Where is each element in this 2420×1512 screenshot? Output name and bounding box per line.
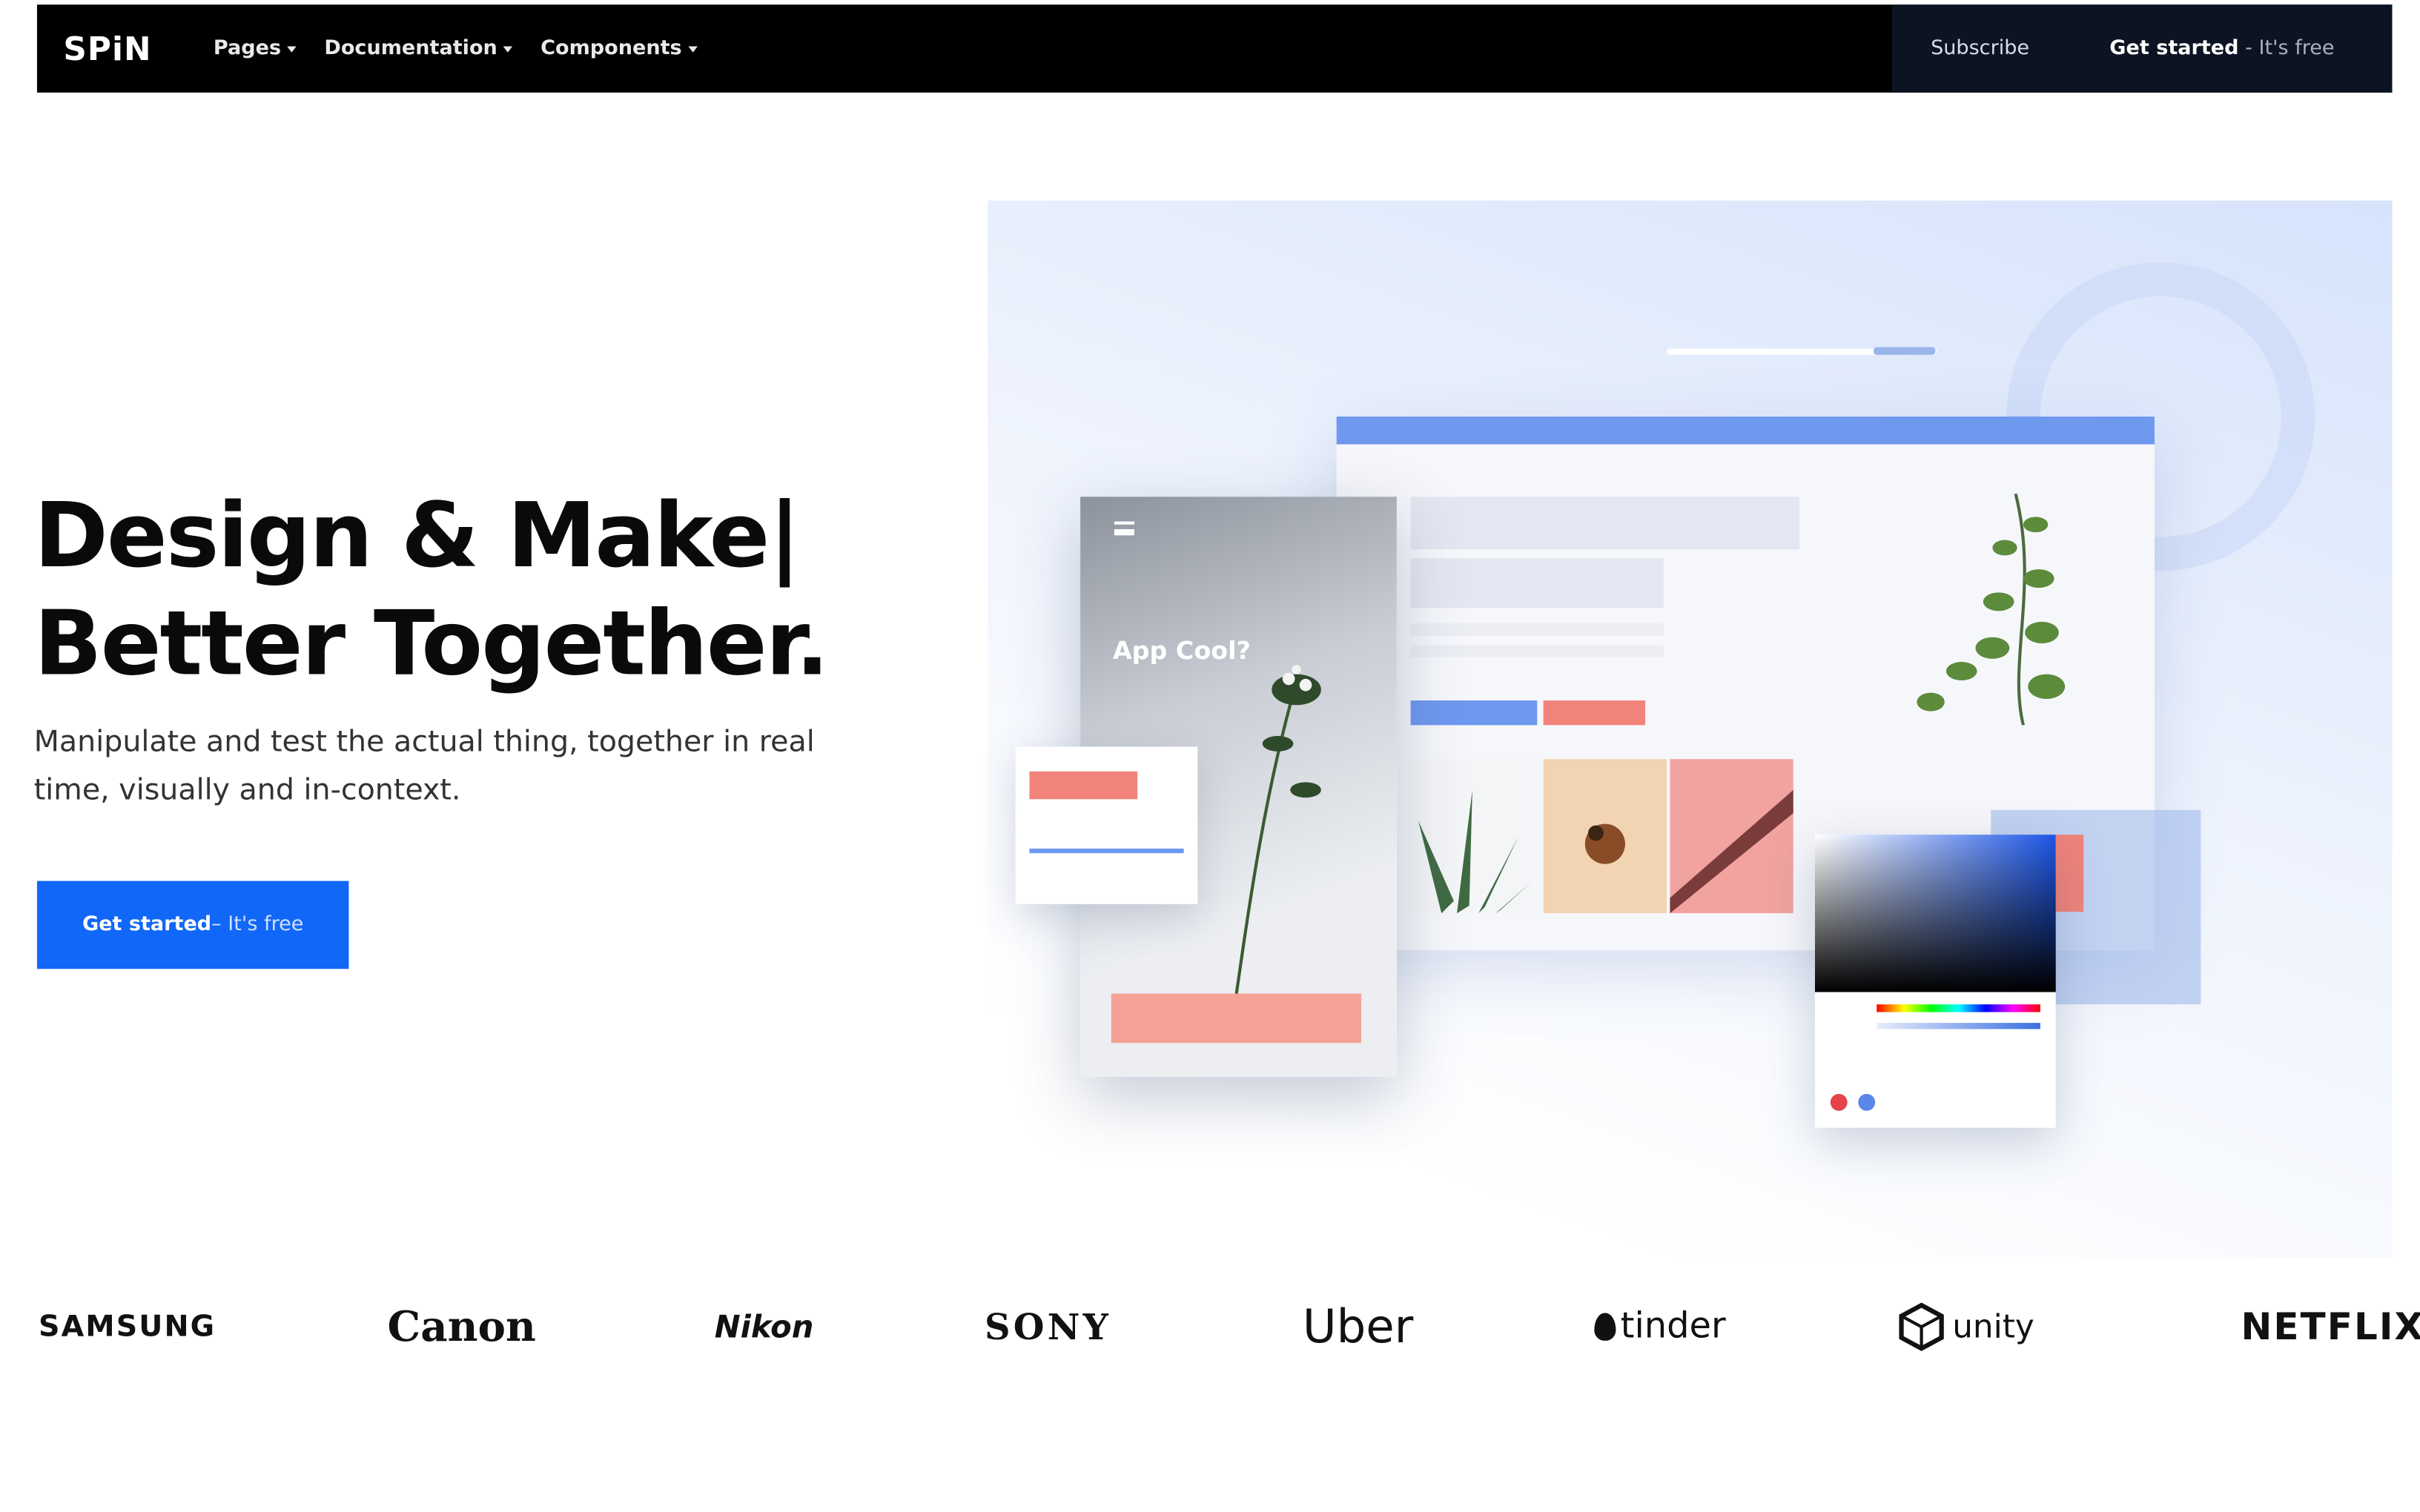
top-navbar: SPiN Pages Documentation Components Subs… xyxy=(36,4,2393,93)
small-card-pill xyxy=(1029,771,1138,800)
nav-links: Pages Documentation Components xyxy=(214,37,698,60)
decorative-salmon-block xyxy=(2052,835,2084,912)
blue-swatch xyxy=(1858,1093,1876,1111)
color-picker-gradient xyxy=(1814,835,2056,992)
succulent-pot-image xyxy=(1543,759,1667,914)
brand-logo[interactable]: SPiN xyxy=(63,30,151,67)
hero-title-line-2: Better Together. xyxy=(33,591,830,696)
nav-right-group: Subscribe Get started - It's free xyxy=(1892,4,2393,93)
eucalyptus-plant-image xyxy=(1917,494,2066,726)
nav-components-dropdown[interactable]: Components xyxy=(540,36,698,61)
agave-plant-image xyxy=(1410,759,1535,914)
nav-documentation-dropdown[interactable]: Documentation xyxy=(324,36,513,61)
netflix-logo: NETFLIX xyxy=(2241,1305,2420,1349)
illustration-small-card xyxy=(1015,746,1198,904)
unity-logo: unity xyxy=(1898,1288,2034,1365)
tinder-logo: tinder xyxy=(1594,1288,1726,1365)
flower-stem-image xyxy=(1233,665,1321,1007)
chevron-down-icon xyxy=(503,45,513,52)
nav-get-started-label: Get started xyxy=(2109,36,2239,61)
nav-components-label: Components xyxy=(540,36,682,61)
mockup-red-button xyxy=(1543,700,1645,726)
client-logos-strip: SAMSUNG Canon Nikon SONY Uber tinder uni… xyxy=(0,1288,2420,1365)
illustration-color-picker xyxy=(1814,835,2056,1128)
chevron-down-icon xyxy=(688,45,698,52)
color-picker-hue-slider xyxy=(1877,1004,2040,1012)
nav-pages-label: Pages xyxy=(213,36,282,61)
red-swatch xyxy=(1830,1093,1848,1111)
placeholder-block xyxy=(1410,558,1664,609)
unity-logo-text: unity xyxy=(1952,1308,2034,1346)
unity-cube-icon xyxy=(1899,1302,1944,1351)
samsung-logo: SAMSUNG xyxy=(39,1310,216,1344)
hero-cta-label: Get started xyxy=(82,913,212,937)
pink-plant-image xyxy=(1670,759,1793,914)
mockup-blue-button xyxy=(1410,700,1538,726)
nav-get-started-button[interactable]: Get started - It's free xyxy=(2109,37,2334,60)
subscribe-link[interactable]: Subscribe xyxy=(1931,37,2029,60)
flame-icon xyxy=(1594,1313,1616,1341)
placeholder-block xyxy=(1410,497,1800,550)
small-card-progress-bar xyxy=(1029,848,1184,854)
nav-get-started-suffix: - It's free xyxy=(2238,36,2335,61)
color-picker-alpha-slider xyxy=(1877,1023,2040,1029)
uber-logo: Uber xyxy=(1302,1299,1414,1354)
hamburger-menu-icon xyxy=(1114,521,1134,536)
hero-get-started-button[interactable]: Get started – It's free xyxy=(36,881,349,969)
browser-top-bar xyxy=(1336,417,2155,445)
sony-logo: SONY xyxy=(985,1306,1111,1348)
nikon-logo: Nikon xyxy=(714,1308,814,1346)
phone-mockup-button xyxy=(1111,993,1361,1044)
hero-subtitle: Manipulate and test the actual thing, to… xyxy=(33,725,815,807)
chevron-down-icon xyxy=(287,45,297,52)
tinder-logo-text: tinder xyxy=(1620,1307,1726,1347)
canon-logo: Canon xyxy=(387,1302,536,1351)
placeholder-line xyxy=(1410,623,1664,636)
nav-documentation-label: Documentation xyxy=(324,36,497,61)
hero-title-line-1: Design & Make| xyxy=(33,483,801,588)
decorative-slider xyxy=(1667,347,1937,355)
nav-pages-dropdown[interactable]: Pages xyxy=(214,37,297,60)
placeholder-line xyxy=(1410,645,1664,657)
hero-title: Design & Make| Better Together. xyxy=(33,481,830,697)
hero-cta-suffix: – It's free xyxy=(211,913,304,937)
